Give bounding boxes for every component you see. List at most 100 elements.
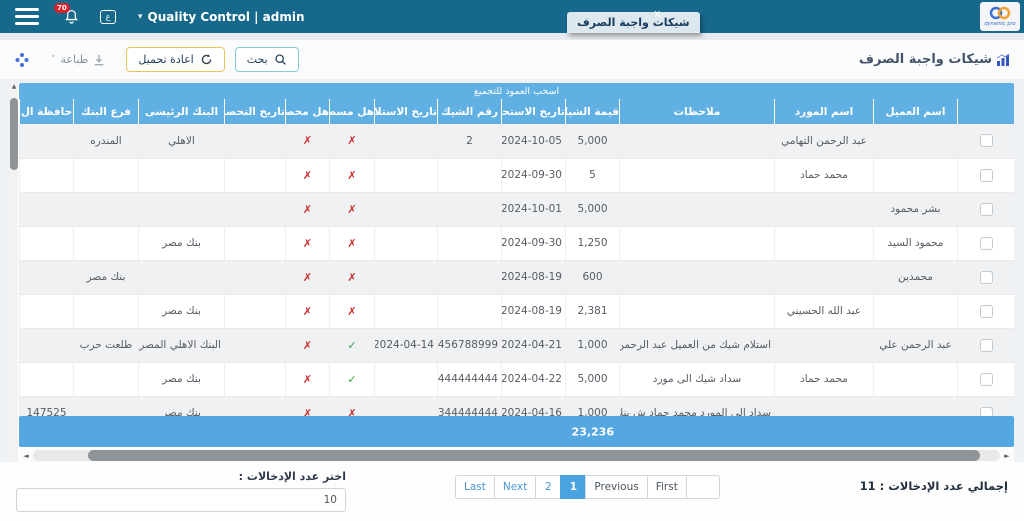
- group-by-drop-zone[interactable]: اسحب العمود للتجميع: [19, 83, 1014, 99]
- row-checkbox[interactable]: [980, 169, 993, 182]
- column-header[interactable]: هل محصل: [286, 99, 330, 124]
- group-hint-text: اسحب العمود للتجميع: [474, 86, 559, 97]
- cell: [225, 260, 286, 294]
- cell: سداد شيك الى مورد: [620, 362, 775, 396]
- row-checkbox[interactable]: [980, 134, 993, 147]
- checkbox-cell: [958, 294, 1015, 328]
- cell: ✗: [286, 362, 330, 396]
- table-row: محمد حمادسداد شيك الى مورد5,0002024-04-2…: [20, 362, 1015, 396]
- cell: 123456788999: [438, 328, 502, 362]
- cell: ✗: [330, 294, 375, 328]
- cell: 5,000: [566, 192, 620, 226]
- page-title-text: شيكات واجبة الصرف: [859, 52, 992, 67]
- scroll-up-arrow[interactable]: ▲: [12, 83, 17, 90]
- cell: البنك الاهلي المصري: [139, 328, 225, 362]
- vertical-scrollbar-thumb[interactable]: [10, 98, 18, 170]
- cell: 2024-04-16: [502, 396, 566, 416]
- column-header[interactable]: تاريخ الاستحقاق: [502, 99, 566, 124]
- horizontal-scrollbar[interactable]: ◄ ►: [19, 449, 1014, 462]
- search-button[interactable]: بحث: [235, 47, 299, 72]
- column-header[interactable]: ملاحظات: [620, 99, 775, 124]
- user-menu[interactable]: ▾ Quality Control | admin: [138, 10, 305, 24]
- cell: [74, 158, 139, 192]
- x-icon: ✗: [303, 305, 312, 318]
- page-button-2[interactable]: 2: [535, 475, 561, 499]
- brand-name: dynamic pro: [984, 22, 1015, 27]
- row-checkbox[interactable]: [980, 373, 993, 386]
- scroll-right-arrow[interactable]: ►: [1000, 452, 1014, 460]
- row-checkbox[interactable]: [980, 305, 993, 318]
- cell: ✗: [330, 124, 375, 158]
- table-header-row: اسم العميلاسم الموردملاحظاتقيمة الشيكتار…: [20, 99, 1015, 124]
- cell: 5,000: [566, 362, 620, 396]
- print-button[interactable]: طباعة ˅: [40, 48, 116, 71]
- column-header[interactable]: قيمة الشيك: [566, 99, 620, 124]
- entries-label: اختر عدد الإدخالات :: [16, 470, 346, 483]
- page-button-Next[interactable]: Next: [494, 475, 536, 499]
- row-checkbox[interactable]: [980, 237, 993, 250]
- table-row: محمدين6002024-08-19✗✗بنك مصر: [20, 260, 1015, 294]
- cell: [775, 396, 874, 416]
- cell: [225, 396, 286, 416]
- cell: المندره: [74, 124, 139, 158]
- page-button-Previous[interactable]: Previous: [585, 475, 647, 499]
- reload-button[interactable]: اعادة تحميل: [126, 47, 224, 72]
- tab-close-icon[interactable]: x: [654, 8, 661, 19]
- cell: ✗: [286, 396, 330, 416]
- cell: [74, 192, 139, 226]
- column-header[interactable]: فرع البنك: [74, 99, 139, 124]
- language-icon[interactable]: ع: [100, 10, 116, 24]
- row-checkbox[interactable]: [980, 203, 993, 216]
- cell: [375, 294, 438, 328]
- column-header[interactable]: رقم الشيك: [438, 99, 502, 124]
- page-button-blank[interactable]: [686, 475, 720, 499]
- cell: [225, 294, 286, 328]
- entries-count-input[interactable]: [16, 488, 346, 512]
- notifications-button[interactable]: 70: [63, 8, 80, 26]
- cell: 1,250: [566, 226, 620, 260]
- cell: 5,000: [566, 124, 620, 158]
- checkbox-cell: [958, 226, 1015, 260]
- column-header[interactable]: اسم العميل: [874, 99, 958, 124]
- column-header[interactable]: اسم المورد: [775, 99, 874, 124]
- column-header[interactable]: البنك الرئيسى: [139, 99, 225, 124]
- cell: [438, 294, 502, 328]
- x-icon: ✗: [347, 407, 356, 417]
- row-checkbox[interactable]: [980, 339, 993, 352]
- page-button-First[interactable]: First: [647, 475, 687, 499]
- x-icon: ✗: [303, 339, 312, 352]
- vertical-scrollbar[interactable]: ▲ ▼: [10, 83, 18, 521]
- x-icon: ✗: [303, 237, 312, 250]
- row-checkbox[interactable]: [980, 407, 993, 417]
- column-header[interactable]: حافظة ال: [20, 99, 74, 124]
- cell: محمد حماد: [775, 362, 874, 396]
- footer-area: اختر عدد الإدخالات : LastNext21PreviousF…: [0, 462, 1024, 521]
- cell: [20, 294, 74, 328]
- notification-badge: 70: [54, 3, 70, 13]
- horizontal-scrollbar-thumb[interactable]: [88, 450, 980, 461]
- page-button-Last[interactable]: Last: [455, 475, 495, 499]
- cell: [20, 328, 74, 362]
- hamburger-menu-icon[interactable]: [15, 4, 39, 29]
- cell: 2024-04-22: [502, 362, 566, 396]
- download-icon: [93, 54, 105, 66]
- page-button-1[interactable]: 1: [560, 475, 586, 499]
- cell: بشر محمود: [874, 192, 958, 226]
- column-header[interactable]: هل مسطر: [330, 99, 375, 124]
- tab-checks-due[interactable]: شيكات واجبة الصرف: [567, 12, 700, 33]
- cell: ✗: [330, 226, 375, 260]
- cell: محمدين: [874, 260, 958, 294]
- column-header-checkbox[interactable]: [958, 99, 1015, 124]
- move-dots-icon[interactable]: [14, 52, 30, 68]
- x-icon: ✗: [347, 134, 356, 147]
- cell: ✗: [330, 396, 375, 416]
- horizontal-scrollbar-track[interactable]: [33, 450, 1000, 461]
- row-checkbox[interactable]: [980, 271, 993, 284]
- scroll-left-arrow[interactable]: ◄: [19, 452, 33, 460]
- cell: ✗: [286, 192, 330, 226]
- column-header[interactable]: تاريخ التحصيل: [225, 99, 286, 124]
- cell: [20, 226, 74, 260]
- reload-label: اعادة تحميل: [138, 53, 193, 66]
- column-header[interactable]: تاريخ الاستلام: [375, 99, 438, 124]
- cell: [620, 226, 775, 260]
